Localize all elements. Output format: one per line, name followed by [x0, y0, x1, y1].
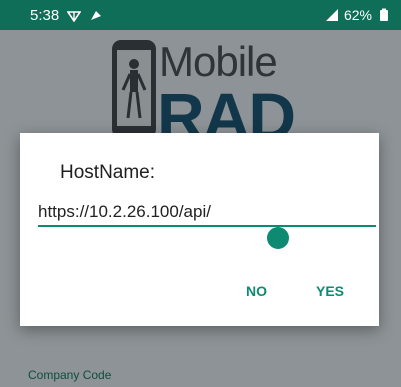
company-code-label: Company Code: [28, 368, 112, 382]
notification-icon: [89, 8, 103, 22]
text-cursor-handle[interactable]: [267, 227, 289, 249]
logo-phone-graphic: [112, 40, 156, 138]
input-underline: [38, 225, 376, 227]
yes-button[interactable]: YES: [316, 283, 344, 299]
skeleton-icon: [121, 59, 147, 119]
status-right: 62%: [325, 7, 391, 23]
status-time: 5:38: [30, 6, 60, 24]
battery-percent: 62%: [343, 7, 372, 23]
dialog-title: HostName:: [60, 162, 156, 183]
no-button[interactable]: NO: [246, 283, 267, 299]
wifi-icon: [67, 8, 82, 22]
logo-phone-screen: [117, 50, 151, 126]
signal-icon: [325, 8, 339, 22]
status-left: 5:38: [30, 7, 103, 24]
hostname-dialog: HostName: NO YES: [20, 133, 379, 326]
battery-icon: [377, 8, 391, 22]
hostname-input[interactable]: [38, 199, 376, 225]
status-bar: 5:38 62%: [0, 0, 401, 30]
